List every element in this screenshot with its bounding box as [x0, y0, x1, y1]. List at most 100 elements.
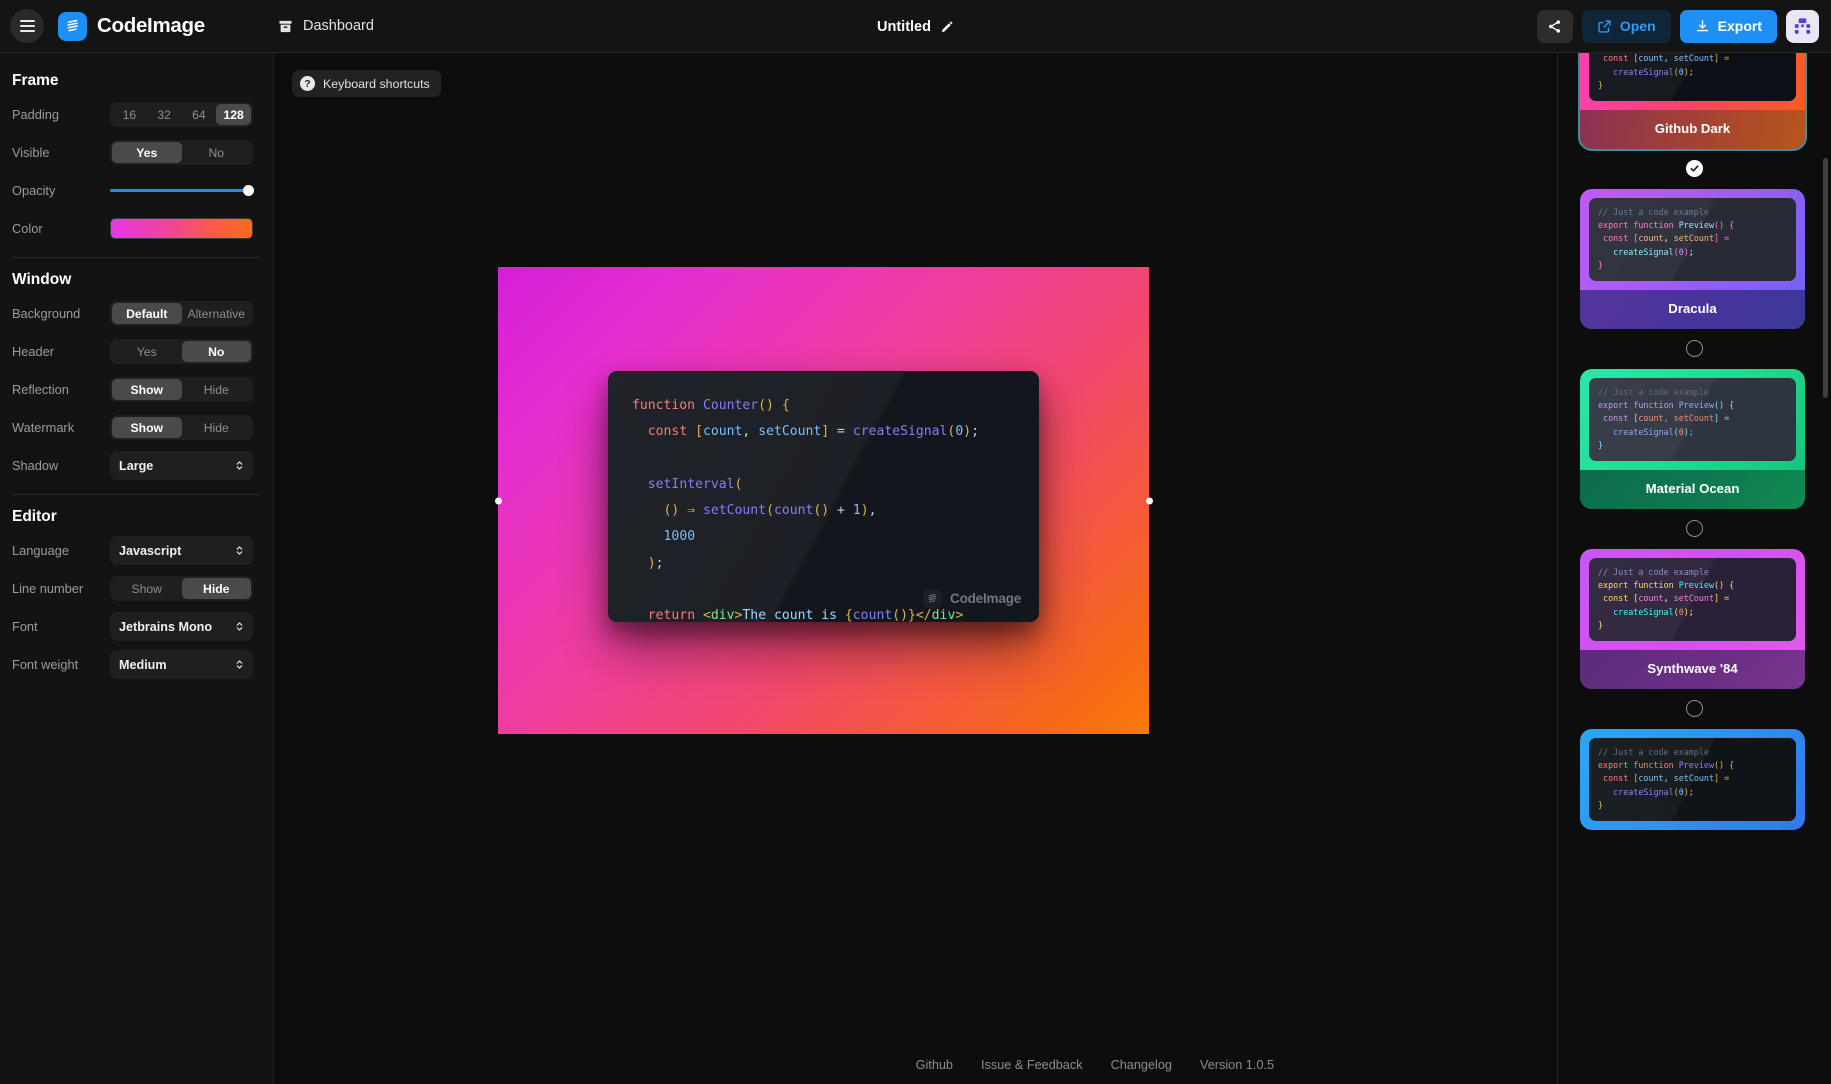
theme-preview-token: { — [1729, 400, 1735, 411]
theme-panel-scrollbar[interactable] — [1823, 158, 1828, 398]
code-content[interactable]: function Counter() { const [count, setCo… — [608, 371, 1039, 622]
export-button[interactable]: Export — [1679, 9, 1777, 43]
theme-preview-token — [1628, 593, 1633, 603]
theme-preview-token: [ — [1633, 413, 1639, 424]
segment-visible-yes[interactable]: Yes — [112, 142, 182, 163]
canvas-area: ? Keyboard shortcuts function Counter() … — [274, 53, 1557, 1084]
slider-knob[interactable] — [243, 185, 254, 196]
segment-reflection-show[interactable]: Show — [112, 379, 182, 400]
resize-handle-left[interactable] — [494, 497, 502, 504]
theme-preview-token — [1628, 580, 1633, 590]
open-label: Open — [1619, 18, 1656, 34]
code-token: + — [829, 503, 853, 519]
footer-links: Github Issue & Feedback Changelog Version 1… — [916, 1058, 1274, 1072]
opacity-slider[interactable] — [110, 181, 254, 201]
share-button[interactable] — [1536, 9, 1573, 43]
theme-radio-dracula[interactable] — [1686, 340, 1703, 358]
theme-card-preview: // Just a code exampleexport function Pr… — [1580, 729, 1805, 830]
theme-preview-token: Preview — [1678, 580, 1714, 591]
code-token: ( — [734, 476, 743, 492]
select-language[interactable]: Javascript — [110, 536, 253, 565]
segment-reflection-hide[interactable]: Hide — [182, 379, 252, 400]
theme-preview-line: export function Preview() { — [1598, 219, 1787, 232]
open-button[interactable]: Open — [1581, 9, 1671, 43]
segment-header-no[interactable]: No — [181, 341, 251, 362]
segment-background-alternative[interactable]: Alternative — [182, 303, 252, 324]
avatar[interactable] — [1786, 9, 1819, 43]
theme-preview-token: count — [1638, 413, 1664, 424]
segment-visible-no[interactable]: No — [182, 142, 252, 163]
segment-background-default[interactable]: Default — [112, 303, 182, 324]
theme-preview-token: , — [1663, 593, 1669, 604]
code-window[interactable]: function Counter() { const [count, setCo… — [608, 371, 1039, 622]
setting-control-line-number: Show Hide — [110, 576, 253, 601]
theme-preview-line: const [count, setCount] = — [1598, 232, 1787, 245]
resize-handle-right[interactable] — [1145, 497, 1153, 504]
theme-preview-token: () — [1714, 220, 1725, 231]
segment-padding-64[interactable]: 64 — [182, 104, 217, 125]
theme-preview-token: ; — [1688, 786, 1694, 797]
segment-watermark-show[interactable]: Show — [112, 417, 182, 438]
segment-watermark-hide[interactable]: Hide — [182, 417, 252, 438]
theme-preview-token — [1719, 773, 1724, 783]
select-font[interactable]: Jetbrains Mono — [110, 612, 253, 641]
theme-preview-token: () — [1714, 760, 1725, 771]
theme-preview-token: count — [1638, 773, 1664, 784]
theme-card-preview: // Just a code exampleexport function Pr… — [1580, 53, 1805, 110]
keyboard-shortcuts-button[interactable]: ? Keyboard shortcuts — [292, 70, 441, 97]
segment-padding-32[interactable]: 32 — [147, 104, 182, 125]
footer-link-changelog[interactable]: Changelog — [1111, 1058, 1172, 1072]
theme-preview-token — [1628, 233, 1633, 243]
dashboard-link[interactable]: Dashboard — [278, 18, 374, 34]
theme-preview-token — [1598, 233, 1603, 243]
select-font-weight[interactable]: Medium — [110, 650, 253, 679]
segment-padding-16[interactable]: 16 — [112, 104, 147, 125]
footer-link-issue-feedback[interactable]: Issue & Feedback — [981, 1058, 1083, 1072]
version-label: Version 1.0.5 — [1199, 1058, 1274, 1072]
setting-control-watermark: Show Hide — [110, 415, 253, 440]
theme-card-github-dark[interactable]: // Just a code exampleexport function Pr… — [1578, 53, 1807, 152]
setting-row-opacity: Opacity — [0, 174, 273, 207]
theme-preview-token: ] — [1714, 593, 1720, 604]
theme-preview-line: const [count, setCount] = — [1598, 412, 1787, 425]
theme-radio-material-ocean[interactable] — [1686, 520, 1703, 538]
theme-card-unnamed-4[interactable]: // Just a code example export function Pr… — [1580, 729, 1805, 831]
theme-preview-token: [ — [1633, 53, 1639, 64]
segment-padding-128[interactable]: 128 — [216, 104, 251, 125]
dashboard-label: Dashboard — [303, 18, 374, 34]
editor-frame-wrapper: function Counter() { const [count, setCo… — [494, 267, 1153, 734]
segmented-padding: 16 32 64 128 — [110, 102, 253, 127]
hamburger-icon[interactable] — [10, 9, 44, 43]
code-token: div — [931, 608, 956, 622]
select-shadow[interactable]: Large — [110, 451, 253, 480]
segment-line-number-show[interactable]: Show — [112, 578, 182, 599]
theme-preview-line: createSignal(0); — [1598, 606, 1787, 619]
footer-link-github[interactable]: Github — [916, 1058, 953, 1072]
setting-label-watermark: Watermark — [12, 420, 75, 435]
theme-preview-token: Preview — [1678, 760, 1714, 771]
theme-preview-token — [1669, 413, 1674, 423]
theme-preview-code: // Just a code exampleexport function Pr… — [1589, 738, 1796, 822]
color-picker-bar[interactable] — [110, 218, 253, 239]
theme-card-dracula[interactable]: // Just a code example export function Pr… — [1580, 189, 1805, 330]
code-token: ⇒ — [687, 503, 696, 519]
theme-radio-synthwave-84[interactable] — [1686, 700, 1703, 718]
theme-radio-github-dark[interactable] — [1686, 160, 1703, 178]
chevron-updown-icon — [235, 620, 244, 633]
segment-header-yes[interactable]: Yes — [112, 341, 182, 362]
theme-preview-token: } — [1598, 259, 1604, 270]
pencil-icon[interactable] — [940, 20, 954, 34]
brand-name: CodeImage — [97, 14, 205, 37]
setting-row-reflection: Reflection Show Hide — [0, 373, 273, 406]
theme-preview-token: , — [1663, 233, 1669, 244]
gradient-frame[interactable]: function Counter() { const [count, setCo… — [494, 267, 1153, 734]
project-title[interactable]: Untitled — [877, 19, 931, 35]
theme-card-synthwave-84[interactable]: // Just a code example export function Pr… — [1580, 549, 1805, 690]
segment-line-number-hide[interactable]: Hide — [181, 578, 251, 599]
theme-card-material-ocean[interactable]: // Just a code example export function Pr… — [1580, 369, 1805, 510]
chevron-updown-icon — [235, 658, 244, 671]
brand[interactable]: CodeImage — [58, 11, 205, 41]
theme-card-preview: // Just a code exampleexport function Pr… — [1580, 549, 1805, 650]
